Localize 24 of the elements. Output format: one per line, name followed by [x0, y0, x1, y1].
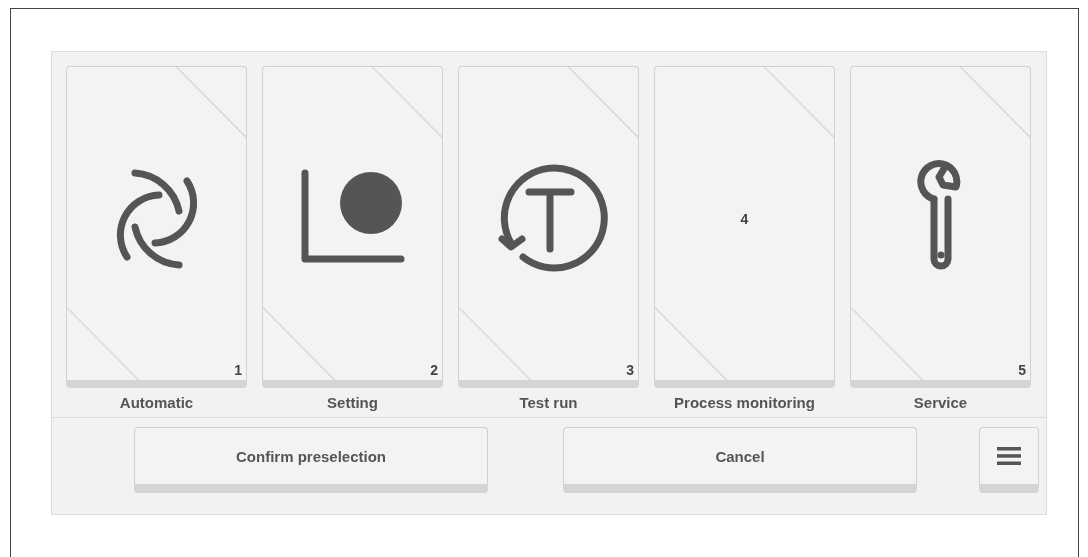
mode-tile[interactable]: 5: [850, 66, 1031, 388]
tile-number: 3: [626, 362, 634, 378]
tile-label: Setting: [327, 394, 378, 411]
tile-number: 1: [234, 362, 242, 378]
cancel-button[interactable]: Cancel: [563, 427, 917, 493]
tile-number: 5: [1018, 362, 1026, 378]
tile-number: 2: [430, 362, 438, 378]
corner-line: [959, 67, 1030, 138]
corner-line: [175, 67, 246, 138]
tile-label: Test run: [519, 394, 578, 411]
tile-label: Process monitoring: [674, 394, 815, 411]
corner-line: [567, 67, 638, 138]
mode-tile[interactable]: 1: [66, 66, 247, 388]
tile-label: Automatic: [119, 394, 194, 411]
mode-tile[interactable]: 4: [654, 66, 835, 388]
menu-icon: [997, 446, 1021, 466]
tile-number: 4: [740, 210, 749, 227]
corner-line: [763, 67, 834, 138]
mode-tile[interactable]: 3: [458, 66, 639, 388]
corner-line: [371, 67, 442, 138]
confirm-button[interactable]: Confirm preselection: [134, 427, 488, 493]
mode-tile[interactable]: 2: [262, 66, 443, 388]
tile-label: Service: [913, 394, 968, 411]
menu-button[interactable]: [979, 427, 1039, 493]
